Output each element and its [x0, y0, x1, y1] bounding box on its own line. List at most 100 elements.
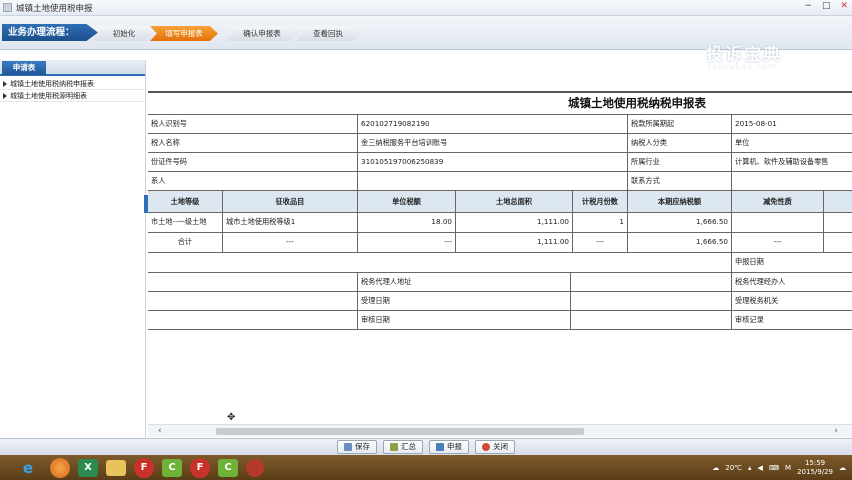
clock[interactable]: 15:59 2015/9/29 — [797, 459, 833, 477]
notification-icon[interactable]: ☁ — [839, 464, 846, 472]
scroll-right-icon[interactable]: › — [834, 425, 838, 438]
form-top-rule — [148, 91, 852, 93]
footer-cell — [148, 311, 358, 330]
taxpayer-name-field[interactable]: 金三纳税服务平台培训账号 — [358, 134, 628, 153]
industry-field[interactable]: 计算机、软件及辅助设备零售 — [732, 153, 852, 172]
info-label: 税人识别号 — [148, 115, 358, 134]
table-total-row: 合计 --- --- 1,111.00 --- 1,666.50 --- — [148, 233, 852, 253]
column-header: 减免性质 — [732, 191, 824, 213]
scrollbar-thumb[interactable] — [216, 428, 584, 435]
keyboard-icon[interactable]: ⌨ — [769, 464, 779, 472]
watermark-subtext: tousubao.com — [708, 62, 777, 71]
ime-indicator[interactable]: M — [785, 464, 791, 472]
contact-method-input[interactable] — [732, 172, 852, 191]
info-label: 税人名称 — [148, 134, 358, 153]
column-header: 征收品目 — [223, 191, 358, 213]
tax-payable-cell[interactable]: 1,666.50 — [628, 213, 732, 233]
tax-emblem-icon[interactable] — [246, 458, 264, 477]
step-view-receipt[interactable]: 查看回执 — [296, 26, 360, 41]
review-date-input[interactable] — [571, 311, 732, 330]
accept-date-input[interactable] — [571, 292, 732, 311]
step-initialize[interactable]: 初始化 — [92, 26, 156, 41]
total-payable-cell: 1,666.50 — [628, 233, 732, 253]
camtasia-icon[interactable]: C — [218, 458, 238, 477]
period-start-field[interactable]: 2015-08-01 — [732, 115, 852, 134]
declare-button[interactable]: 申报 — [429, 440, 469, 454]
weather-icon[interactable]: ☁ — [712, 464, 719, 472]
review-record-label: 审核记录 — [732, 311, 852, 330]
close-label: 关闭 — [493, 442, 508, 451]
total-cell: --- — [573, 233, 628, 253]
taskbar: e X F C F C ☁ 20℃ ▴ ◀ ⌨ M 15:59 2015/9/2… — [0, 455, 852, 480]
agent-address-input[interactable] — [571, 273, 732, 292]
ie-browser-icon[interactable]: e — [14, 457, 42, 479]
sidebar-tab-application[interactable]: 申请表 — [2, 61, 46, 75]
exemption-cell[interactable] — [732, 213, 824, 233]
table-row: 市土地--一级土地 城市土地使用税等级1 18.00 1,111.00 1 1,… — [148, 213, 852, 233]
total-cell: --- — [732, 233, 824, 253]
action-bar: 保存 汇总 申报 关闭 — [0, 438, 852, 455]
sidebar-header: 申请表 — [0, 60, 145, 76]
close-window-icon[interactable]: ✕ — [840, 1, 848, 11]
volume-icon[interactable]: ◀ — [758, 464, 763, 472]
clock-time: 15:59 — [804, 458, 826, 467]
tax-months-cell[interactable]: 1 — [573, 213, 628, 233]
info-row: 份证件号码 310105197006250839 所属行业 计算机、软件及辅助设… — [148, 153, 852, 172]
land-grade-cell[interactable]: 市土地--一级土地 — [148, 213, 223, 233]
taxpayer-id-field[interactable]: 620102719082190 — [358, 115, 628, 134]
info-label: 税款所属期起 — [628, 115, 732, 134]
info-label: 联系方式 — [628, 172, 732, 191]
form-area: 城镇土地使用税纳税申报表 税人识别号 620102719082190 税款所属期… — [148, 76, 852, 438]
foxit-reader-icon[interactable]: F — [190, 457, 210, 478]
footer-row: 税务代理人地址 税务代理经办人 — [148, 273, 852, 292]
total-cell: --- — [223, 233, 358, 253]
summary-label: 汇总 — [401, 442, 416, 451]
camtasia-icon[interactable]: C — [162, 458, 182, 477]
save-button[interactable]: 保存 — [337, 440, 377, 454]
sidebar-item-tax-return[interactable]: 城镇土地使用税纳税申报表 — [0, 78, 145, 90]
sidebar: 申请表 城镇土地使用税纳税申报表 城镇土地使用税源明细表 — [0, 60, 146, 438]
network-icon[interactable]: ▴ — [748, 464, 752, 472]
save-icon — [344, 443, 352, 451]
expand-arrow-icon — [3, 81, 7, 87]
extra-cell — [824, 233, 852, 253]
horizontal-scrollbar[interactable]: ‹ › — [148, 424, 852, 437]
scroll-left-icon[interactable]: ‹ — [158, 425, 162, 438]
save-label: 保存 — [355, 442, 370, 451]
column-header: 土地等级 — [148, 191, 223, 213]
land-area-cell[interactable]: 1,111.00 — [456, 213, 573, 233]
id-number-field[interactable]: 310105197006250839 — [358, 153, 628, 172]
maximize-icon[interactable]: □ — [822, 1, 831, 11]
extra-cell — [824, 213, 852, 233]
step-fill-form[interactable]: 填写申报表 — [150, 26, 218, 41]
summary-icon — [390, 443, 398, 451]
contact-person-input[interactable] — [358, 172, 628, 191]
firefox-icon[interactable] — [50, 457, 70, 478]
column-header: 计税月份数 — [573, 191, 628, 213]
footer-row: 申报日期 — [148, 253, 852, 273]
excel-icon[interactable]: X — [78, 458, 98, 477]
sidebar-item-tax-source[interactable]: 城镇土地使用税源明细表 — [0, 90, 145, 102]
footer-cell — [148, 292, 358, 311]
info-label: 所属行业 — [628, 153, 732, 172]
folder-icon[interactable] — [106, 459, 126, 476]
total-area-cell: 1,111.00 — [456, 233, 573, 253]
column-header: 单位税额 — [358, 191, 456, 213]
sidebar-item-label: 城镇土地使用税源明细表 — [10, 92, 87, 100]
summary-button[interactable]: 汇总 — [383, 440, 423, 454]
unit-tax-cell[interactable]: 18.00 — [358, 213, 456, 233]
taxpayer-category-field[interactable]: 单位 — [732, 134, 852, 153]
tax-item-cell[interactable]: 城市土地使用税等级1 — [223, 213, 358, 233]
minimize-icon[interactable]: − — [804, 1, 812, 11]
close-button[interactable]: 关闭 — [475, 440, 515, 454]
info-row: 系人 联系方式 — [148, 172, 852, 191]
accept-office-label: 受理税务机关 — [732, 292, 852, 311]
step-confirm-form[interactable]: 确认申报表 — [226, 26, 298, 41]
footer-row: 受理日期 受理税务机关 — [148, 292, 852, 311]
info-row: 税人识别号 620102719082190 税款所属期起 2015-08-01 — [148, 114, 852, 134]
info-label: 系人 — [148, 172, 358, 191]
temperature: 20℃ — [725, 463, 743, 472]
review-date-label: 审核日期 — [358, 311, 571, 330]
foxit-reader-icon[interactable]: F — [134, 457, 154, 478]
app-icon — [3, 3, 12, 12]
